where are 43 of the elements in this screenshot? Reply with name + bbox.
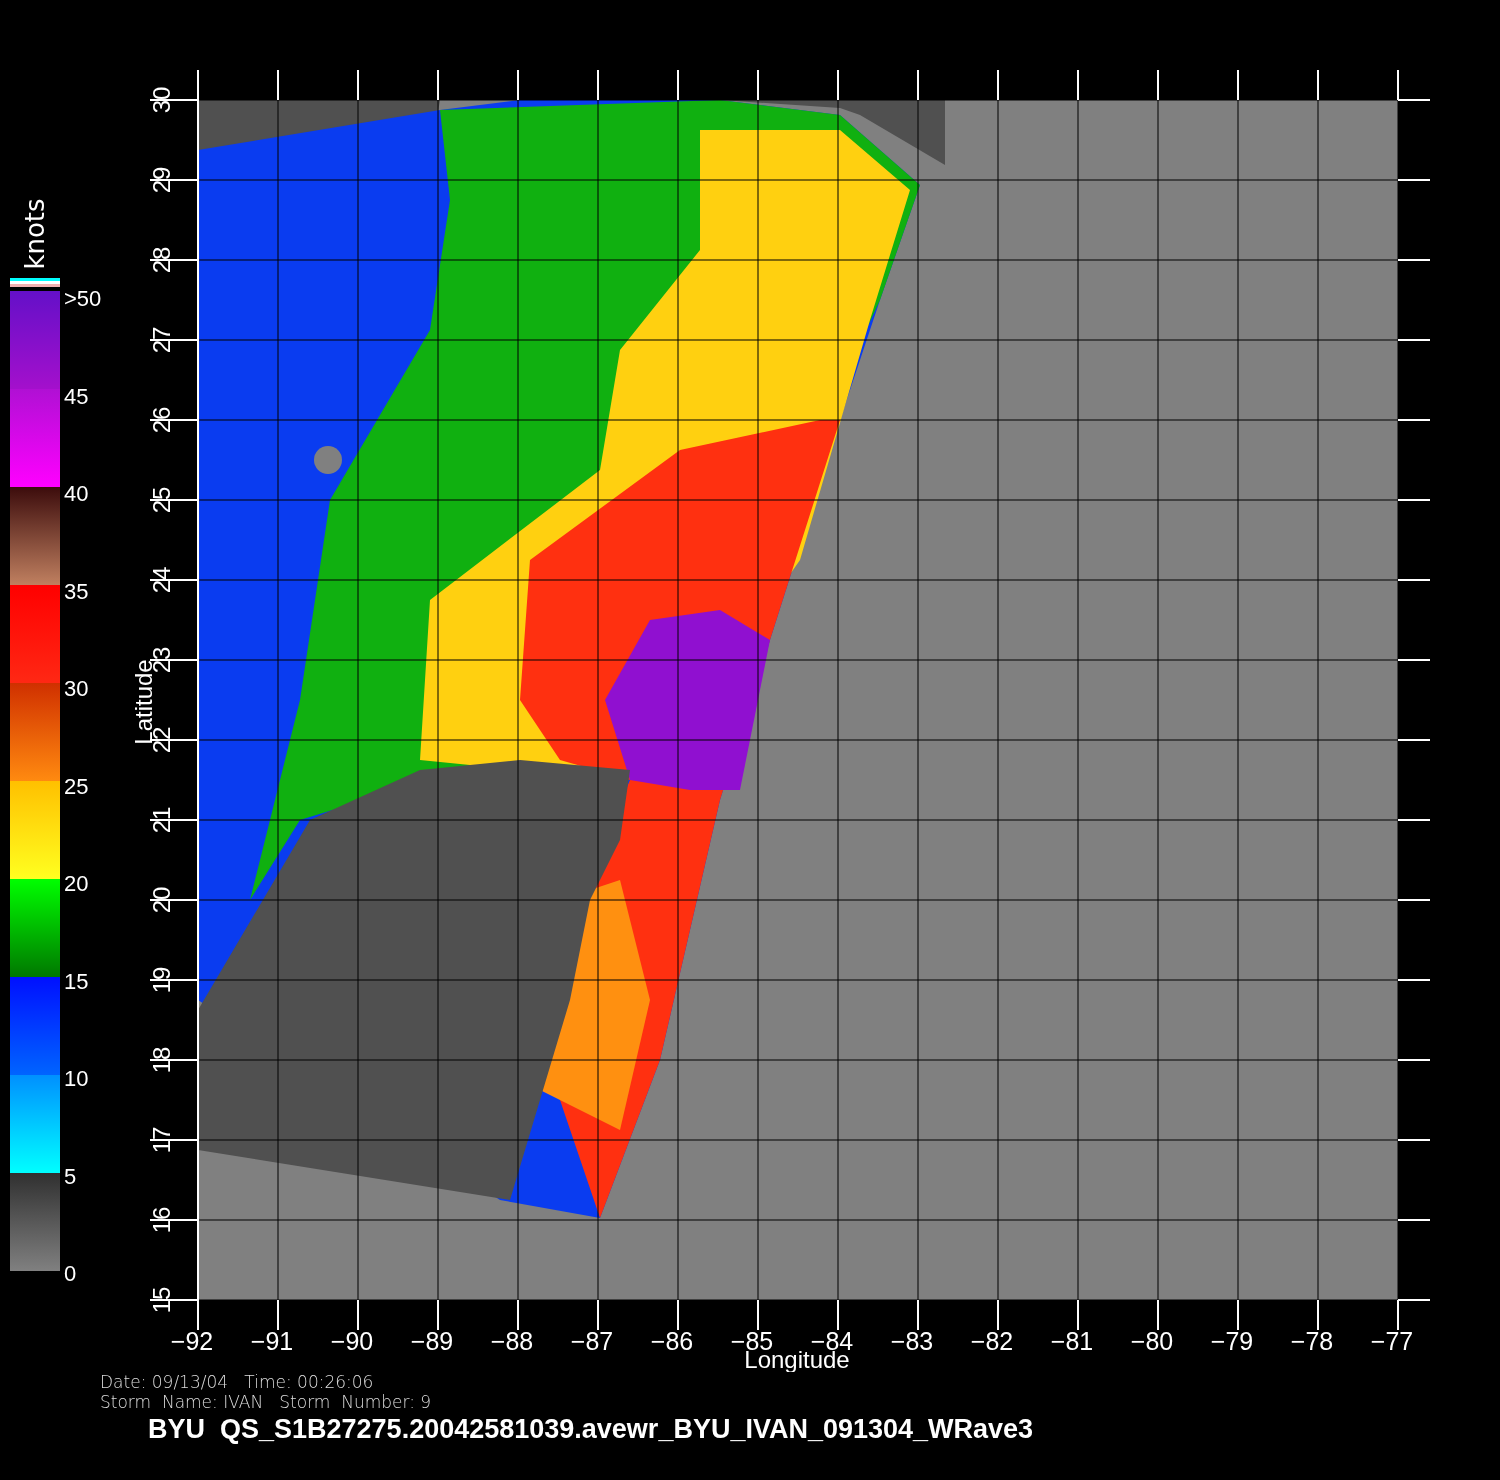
scale-label: 10 [64, 1067, 90, 1091]
latitude-tick-label: 27 [148, 326, 175, 354]
longitude-tick-label: −86 [650, 1327, 694, 1355]
longitude-tick-label: −80 [1130, 1327, 1174, 1355]
scale-label: 35 [64, 579, 90, 604]
scale-label: >50 [64, 287, 102, 311]
longitude-tick-label: −79 [1210, 1327, 1254, 1355]
latitude-tick-label: 28 [148, 246, 175, 274]
longitude-tick-label: −89 [410, 1327, 454, 1355]
latitude-tick-label: 25 [148, 486, 175, 514]
latitude-tick-label: 30 [148, 86, 175, 114]
unit-label: knots [20, 198, 50, 270]
plot-title: BYU QS_S1B27275.20042581039.avewr_BYU_IVAN_091304_WRave3 [148, 1413, 1035, 1446]
scale-label: 15 [64, 969, 90, 994]
scale-label: 45 [64, 384, 90, 409]
longitude-tick-label: −78 [1290, 1327, 1334, 1355]
scale-label: 25 [64, 774, 90, 799]
longitude-tick-label: −77 [1370, 1327, 1414, 1355]
latitude-tick-label: 15 [148, 1286, 175, 1314]
longitude-tick-label: −82 [970, 1327, 1014, 1355]
info-line: Date: 09/13/04 Time: 00:26:06 [100, 1372, 375, 1392]
latitude-tick-label: 24 [148, 566, 175, 594]
latitude-tick-label: 21 [148, 806, 175, 834]
scale-label: 5 [64, 1164, 78, 1189]
longitude-tick-label: −81 [1050, 1327, 1094, 1355]
longitude-tick-label: −91 [250, 1327, 294, 1355]
latitude-tick-label: 16 [148, 1206, 175, 1234]
scale-label: 20 [64, 872, 90, 896]
longitude-tick-label: −92 [170, 1327, 214, 1355]
longitude-tick-label: −88 [490, 1327, 534, 1355]
latitude-tick-label: 18 [148, 1046, 175, 1074]
longitude-tick-label: −87 [570, 1327, 614, 1355]
latitude-tick-label: 17 [148, 1126, 175, 1154]
scale-label: 40 [64, 482, 90, 506]
latitude-tick-label: 26 [148, 406, 175, 434]
info-line: Storm Name: IVAN Storm Number: 9 [100, 1392, 433, 1412]
longitude-tick-label: −83 [890, 1327, 934, 1355]
scale-label: 30 [64, 677, 90, 701]
latitude-tick-label: 19 [148, 966, 175, 994]
longitude-tick-label: −90 [330, 1327, 374, 1355]
scale-label: 0 [64, 1262, 78, 1286]
latitude-tick-label: 20 [148, 886, 175, 914]
latitude-tick-label: 29 [148, 166, 175, 194]
